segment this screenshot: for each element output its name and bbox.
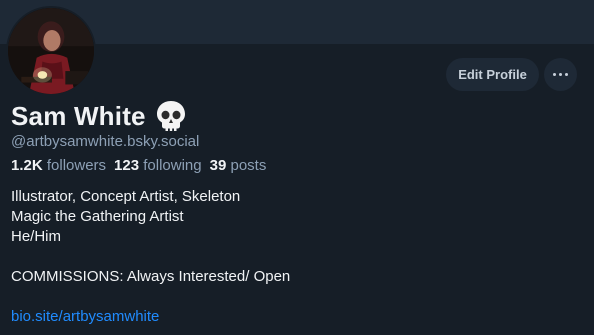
- dot: [553, 73, 556, 76]
- bio-line: COMMISSIONS: Always Interested/ Open: [11, 268, 291, 285]
- handle[interactable]: @artbysamwhite.bsky.social: [11, 133, 199, 150]
- more-options-button[interactable]: [544, 58, 577, 91]
- bio-line: He/Him: [11, 228, 62, 245]
- bio-line: [11, 247, 290, 267]
- avatar-photo: [8, 8, 94, 94]
- edit-profile-button[interactable]: Edit Profile: [446, 58, 539, 91]
- followers-label: followers: [46, 157, 107, 174]
- posts-count: 39: [209, 157, 227, 174]
- bio-line: Magic the Gathering Artist: [11, 208, 184, 225]
- dot: [565, 73, 568, 76]
- profile-bio: Illustrator, Concept Artist, Skeleton Ma…: [11, 187, 290, 327]
- posts-label: posts: [230, 157, 267, 174]
- followers-count: 1.2K: [11, 157, 43, 174]
- display-name: Sam White: [11, 100, 146, 131]
- following-link[interactable]: 123 following: [114, 157, 202, 174]
- posts-stat: 39 posts: [210, 157, 267, 174]
- more-options-icon: [553, 73, 568, 76]
- avatar[interactable]: [6, 6, 96, 96]
- following-label: following: [143, 157, 202, 174]
- skull-icon: [156, 101, 185, 131]
- display-name-row: Sam White: [11, 98, 186, 134]
- profile-stats: 1.2K followers 123 following 39 posts: [11, 157, 266, 174]
- following-count: 123: [114, 157, 140, 174]
- bio-link[interactable]: bio.site/artbysamwhite: [11, 307, 290, 327]
- dot: [559, 73, 562, 76]
- bio-line: Illustrator, Concept Artist, Skeleton: [11, 188, 241, 205]
- followers-link[interactable]: 1.2K followers: [11, 157, 106, 174]
- profile-page: Edit Profile Sam White @artbysamwhite.bs…: [0, 0, 594, 335]
- bio-line: [11, 287, 290, 307]
